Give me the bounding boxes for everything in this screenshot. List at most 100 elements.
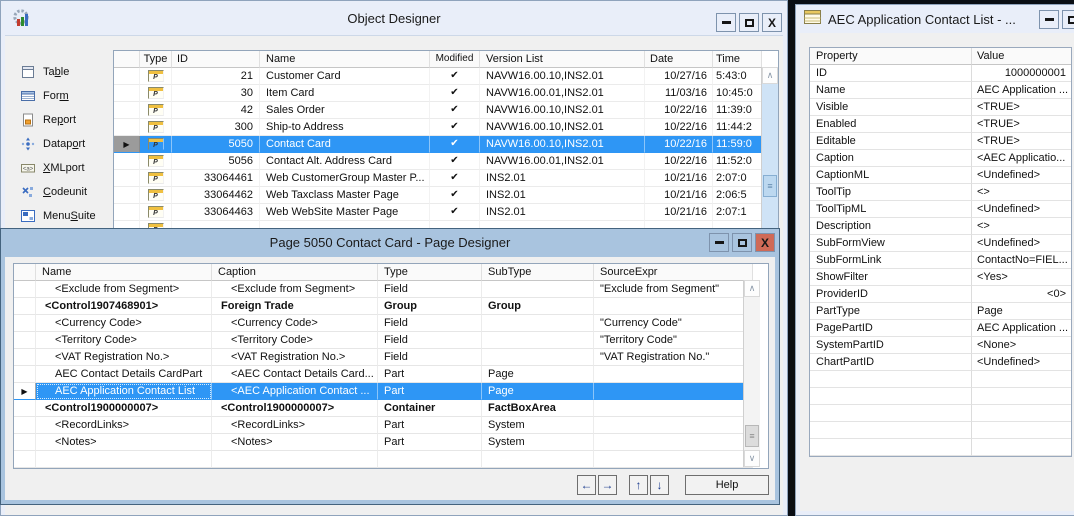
table-row[interactable]: <Notes> <Notes> Part System xyxy=(14,434,768,451)
cell-time: 11:52:0 xyxy=(713,153,762,170)
minimize-button[interactable] xyxy=(716,13,736,32)
property-row[interactable]: ID 1000000001 xyxy=(810,65,1071,82)
table-row[interactable]: <RecordLinks> <RecordLinks> Part System xyxy=(14,417,768,434)
table-row[interactable]: <Control1907468901> Foreign Trade Group Gro… xyxy=(14,298,768,315)
property-value[interactable]: <0> xyxy=(972,286,1071,303)
property-value[interactable]: <Undefined> xyxy=(972,201,1071,218)
row-selector xyxy=(14,366,36,383)
scroll-up-icon[interactable]: ∧ xyxy=(762,67,778,84)
property-row[interactable]: Editable <TRUE> xyxy=(810,133,1071,150)
sidebar-item-codeunit[interactable]: Codeunit xyxy=(21,180,117,204)
modified-check-icon: ✔ xyxy=(430,204,480,221)
property-row[interactable]: ChartPartID <Undefined> xyxy=(810,354,1071,371)
maximize-icon xyxy=(744,18,754,27)
page-designer-body: Name Caption Type SubType SourceExpr <Ex… xyxy=(5,257,775,500)
property-value[interactable]: <TRUE> xyxy=(972,133,1071,150)
property-value[interactable]: <None> xyxy=(972,337,1071,354)
minimize-button[interactable] xyxy=(709,233,729,252)
property-value[interactable]: <TRUE> xyxy=(972,99,1071,116)
sidebar-item-dataport[interactable]: Dataport xyxy=(21,132,117,156)
close-button[interactable]: X xyxy=(755,233,775,252)
move-up-button[interactable]: ↑ xyxy=(629,475,648,495)
table-row[interactable]: P 30 Item Card ✔ NAVW16.00.01,INS2.01 11/03/1… xyxy=(114,85,778,102)
help-button[interactable]: Help xyxy=(685,475,769,495)
property-value[interactable]: <> xyxy=(972,184,1071,201)
property-value[interactable]: <Undefined> xyxy=(972,167,1071,184)
property-row[interactable]: SubFormView <Undefined> xyxy=(810,235,1071,252)
table-row[interactable]: AEC Contact Details CardPart <AEC Contact… xyxy=(14,366,768,383)
table-row[interactable]: P 33064463 Web WebSite Master Page ✔ INS2.01… xyxy=(114,204,778,221)
table-row[interactable]: <Exclude from Segment> <Exclude from Segm… xyxy=(14,281,768,298)
property-row[interactable]: ToolTipML <Undefined> xyxy=(810,201,1071,218)
property-row[interactable]: ProviderID <0> xyxy=(810,286,1071,303)
property-value[interactable]: <Undefined> xyxy=(972,235,1071,252)
property-value[interactable]: <TRUE> xyxy=(972,116,1071,133)
object-designer-titlebar[interactable]: Object Designer X xyxy=(1,1,787,35)
property-row[interactable]: PagePartID AEC Application ... xyxy=(810,320,1071,337)
property-row[interactable]: Visible <TRUE> xyxy=(810,99,1071,116)
maximize-button[interactable] xyxy=(732,233,752,252)
table-row[interactable]: <Currency Code> <Currency Code> Field "Curr… xyxy=(14,315,768,332)
property-value[interactable]: AEC Application ... xyxy=(972,320,1071,337)
move-left-button[interactable]: ← xyxy=(577,475,596,495)
sidebar-item-form[interactable]: Form xyxy=(21,84,117,108)
close-button[interactable]: X xyxy=(762,13,782,32)
table-row[interactable]: P 42 Sales Order ✔ NAVW16.00.10,INS2.01 10/22… xyxy=(114,102,778,119)
table-row[interactable]: ▶ AEC Application Contact List <AEC Applic… xyxy=(14,383,768,400)
scrollbar-thumb[interactable]: ≡ xyxy=(745,425,759,447)
object-designer-title: Object Designer xyxy=(347,10,441,26)
property-value[interactable]: <Yes> xyxy=(972,269,1071,286)
scroll-down-icon[interactable]: ∨ xyxy=(744,450,760,467)
page-object-icon: P xyxy=(147,172,164,184)
property-value[interactable]: 1000000001 xyxy=(972,65,1071,82)
header-sourceexpr: SourceExpr xyxy=(594,264,753,281)
table-row[interactable]: P 5056 Contact Alt. Address Card ✔ NAVW16.00… xyxy=(114,153,778,170)
property-row[interactable]: SystemPartID <None> xyxy=(810,337,1071,354)
table-row[interactable]: P 33064462 Web Taxclass Master Page ✔ INS2.0… xyxy=(114,187,778,204)
property-row[interactable]: Description <> xyxy=(810,218,1071,235)
sidebar-item-table[interactable]: Table xyxy=(21,60,117,84)
maximize-button[interactable] xyxy=(739,13,759,32)
sidebar-item-xmlport[interactable]: <a> XMLport xyxy=(21,156,117,180)
property-value[interactable]: AEC Application ... xyxy=(972,82,1071,99)
table-row[interactable]: <Territory Code> <Territory Code> Field "Te… xyxy=(14,332,768,349)
property-row[interactable]: SubFormLink ContactNo=FIEL... xyxy=(810,252,1071,269)
table-row[interactable]: P 300 Ship-to Address ✔ NAVW16.00.10,INS2.01… xyxy=(114,119,778,136)
cell-version-list: NAVW16.00.10,INS2.01 xyxy=(480,136,645,153)
table-row[interactable]: P 21 Customer Card ✔ NAVW16.00.10,INS2.01 10/… xyxy=(114,68,778,85)
property-row[interactable]: ShowFilter <Yes> xyxy=(810,269,1071,286)
property-row[interactable]: Caption <AEC Applicatio... xyxy=(810,150,1071,167)
move-right-button[interactable]: → xyxy=(598,475,617,495)
table-row[interactable]: <VAT Registration No.> <VAT Registration … xyxy=(14,349,768,366)
window-controls: X xyxy=(716,13,782,32)
move-down-button[interactable]: ↓ xyxy=(650,475,669,495)
sidebar-item-menusuite[interactable]: MenuSuite xyxy=(21,204,117,228)
page-controls-scrollbar[interactable]: ∧ ≡ ∨ xyxy=(743,280,760,467)
scroll-up-icon[interactable]: ∧ xyxy=(744,280,760,297)
page-object-icon: P xyxy=(147,121,164,133)
sidebar-item-report[interactable]: Report xyxy=(21,108,117,132)
property-value[interactable]: Page xyxy=(972,303,1071,320)
table-row[interactable]: <Control1900000007> <Control1900000007> Co… xyxy=(14,400,768,417)
minimize-button[interactable] xyxy=(1039,10,1059,29)
sidebar-item-label: MenuSuite xyxy=(43,210,96,222)
properties-body: Property Value ID 1000000001 Name AEC Appli… xyxy=(800,33,1074,511)
properties-titlebar[interactable]: AEC Application Contact List - ... xyxy=(796,5,1074,33)
table-row[interactable]: ▶ P 5050 Contact Card ✔ NAVW16.00.10,INS2.01 1… xyxy=(114,136,778,153)
property-row[interactable]: CaptionML <Undefined> xyxy=(810,167,1071,184)
object-list-scrollbar[interactable]: ∧ ≡ xyxy=(761,67,778,237)
property-value[interactable]: <Undefined> xyxy=(972,354,1071,371)
property-value[interactable]: <AEC Applicatio... xyxy=(972,150,1071,167)
property-value[interactable]: <> xyxy=(972,218,1071,235)
page-designer-titlebar[interactable]: Page 5050 Contact Card - Page Designer X xyxy=(1,229,779,256)
table-row[interactable] xyxy=(14,451,768,468)
property-row[interactable]: Enabled <TRUE> xyxy=(810,116,1071,133)
property-row[interactable]: PartType Page xyxy=(810,303,1071,320)
maximize-button[interactable] xyxy=(1062,10,1074,29)
scrollbar-thumb[interactable]: ≡ xyxy=(763,175,777,197)
property-value[interactable]: ContactNo=FIEL... xyxy=(972,252,1071,269)
property-row[interactable]: Name AEC Application ... xyxy=(810,82,1071,99)
object-type-sidebar: Table Form Report Dataport <a> XMLport Codeuni… xyxy=(21,60,117,228)
property-row[interactable]: ToolTip <> xyxy=(810,184,1071,201)
table-row[interactable]: P 33064461 Web CustomerGroup Master P... ✔ I… xyxy=(114,170,778,187)
